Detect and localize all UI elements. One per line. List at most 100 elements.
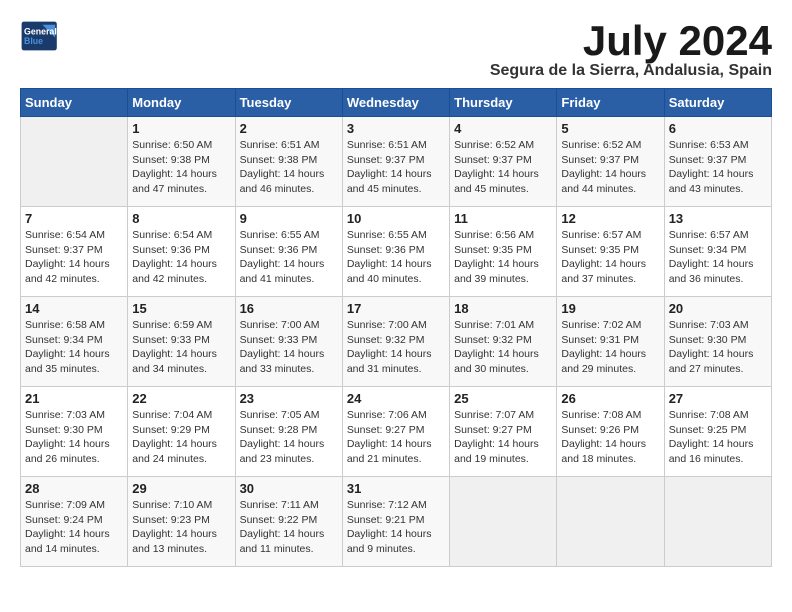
header-day-sunday: Sunday: [21, 89, 128, 117]
day-number: 5: [561, 121, 659, 136]
header-day-saturday: Saturday: [664, 89, 771, 117]
day-number: 17: [347, 301, 445, 316]
day-number: 15: [132, 301, 230, 316]
cell-content: Sunrise: 7:05 AMSunset: 9:28 PMDaylight:…: [240, 408, 338, 467]
calendar-cell: 27 Sunrise: 7:08 AMSunset: 9:25 PMDayligh…: [664, 387, 771, 477]
calendar-cell: 13 Sunrise: 6:57 AMSunset: 9:34 PMDayligh…: [664, 207, 771, 297]
cell-content: Sunrise: 7:08 AMSunset: 9:25 PMDaylight:…: [669, 408, 767, 467]
calendar-cell: [450, 477, 557, 567]
day-number: 8: [132, 211, 230, 226]
calendar-cell: 22 Sunrise: 7:04 AMSunset: 9:29 PMDayligh…: [128, 387, 235, 477]
logo-icon: General Blue: [20, 20, 60, 52]
calendar-cell: 5 Sunrise: 6:52 AMSunset: 9:37 PMDaylight…: [557, 117, 664, 207]
week-row-4: 21Sunrise: 7:03 AMSunset: 9:30 PMDayligh…: [21, 387, 772, 477]
cell-content: Sunrise: 6:51 AMSunset: 9:37 PMDaylight:…: [347, 138, 445, 197]
calendar-cell: 11 Sunrise: 6:56 AMSunset: 9:35 PMDayligh…: [450, 207, 557, 297]
day-number: 26: [561, 391, 659, 406]
title-area: July 2024 Segura de la Sierra, Andalusia…: [490, 20, 772, 80]
day-number: 29: [132, 481, 230, 496]
day-number: 24: [347, 391, 445, 406]
calendar-cell: 9Sunrise: 6:55 AMSunset: 9:36 PMDaylight…: [235, 207, 342, 297]
calendar-cell: 7 Sunrise: 6:54 AMSunset: 9:37 PMDaylight…: [21, 207, 128, 297]
cell-content: Sunrise: 6:53 AMSunset: 9:37 PMDaylight:…: [669, 138, 767, 197]
header-day-tuesday: Tuesday: [235, 89, 342, 117]
cell-content: Sunrise: 7:08 AMSunset: 9:26 PMDaylight:…: [561, 408, 659, 467]
cell-content: Sunrise: 6:50 AMSunset: 9:38 PMDaylight:…: [132, 138, 230, 197]
cell-content: Sunrise: 6:54 AMSunset: 9:36 PMDaylight:…: [132, 228, 230, 287]
cell-content: Sunrise: 6:51 AMSunset: 9:38 PMDaylight:…: [240, 138, 338, 197]
header-day-thursday: Thursday: [450, 89, 557, 117]
calendar-cell: 24 Sunrise: 7:06 AMSunset: 9:27 PMDayligh…: [342, 387, 449, 477]
day-number: 22: [132, 391, 230, 406]
day-number: 21: [25, 391, 123, 406]
cell-content: Sunrise: 7:06 AMSunset: 9:27 PMDaylight:…: [347, 408, 445, 467]
week-row-5: 28 Sunrise: 7:09 AMSunset: 9:24 PMDayligh…: [21, 477, 772, 567]
calendar-cell: 28 Sunrise: 7:09 AMSunset: 9:24 PMDayligh…: [21, 477, 128, 567]
cell-content: Sunrise: 6:52 AMSunset: 9:37 PMDaylight:…: [561, 138, 659, 197]
svg-text:General: General: [24, 26, 57, 36]
day-number: 3: [347, 121, 445, 136]
calendar-cell: 2 Sunrise: 6:51 AMSunset: 9:38 PMDaylight…: [235, 117, 342, 207]
calendar-cell: 17 Sunrise: 7:00 AMSunset: 9:32 PMDayligh…: [342, 297, 449, 387]
calendar-cell: 23Sunrise: 7:05 AMSunset: 9:28 PMDayligh…: [235, 387, 342, 477]
calendar-cell: 12 Sunrise: 6:57 AMSunset: 9:35 PMDayligh…: [557, 207, 664, 297]
cell-content: Sunrise: 7:02 AMSunset: 9:31 PMDaylight:…: [561, 318, 659, 377]
cell-content: Sunrise: 6:55 AMSunset: 9:36 PMDaylight:…: [347, 228, 445, 287]
cell-content: Sunrise: 7:03 AMSunset: 9:30 PMDaylight:…: [669, 318, 767, 377]
cell-content: Sunrise: 6:55 AMSunset: 9:36 PMDaylight:…: [240, 228, 338, 287]
cell-content: Sunrise: 7:10 AMSunset: 9:23 PMDaylight:…: [132, 498, 230, 557]
day-number: 13: [669, 211, 767, 226]
week-row-3: 14 Sunrise: 6:58 AMSunset: 9:34 PMDayligh…: [21, 297, 772, 387]
day-number: 12: [561, 211, 659, 226]
calendar-cell: 21Sunrise: 7:03 AMSunset: 9:30 PMDayligh…: [21, 387, 128, 477]
calendar-cell: [664, 477, 771, 567]
cell-content: Sunrise: 7:00 AMSunset: 9:32 PMDaylight:…: [347, 318, 445, 377]
cell-content: Sunrise: 6:58 AMSunset: 9:34 PMDaylight:…: [25, 318, 123, 377]
cell-content: Sunrise: 6:57 AMSunset: 9:35 PMDaylight:…: [561, 228, 659, 287]
day-number: 30: [240, 481, 338, 496]
cell-content: Sunrise: 6:56 AMSunset: 9:35 PMDaylight:…: [454, 228, 552, 287]
day-number: 16: [240, 301, 338, 316]
cell-content: Sunrise: 6:59 AMSunset: 9:33 PMDaylight:…: [132, 318, 230, 377]
calendar-cell: 31Sunrise: 7:12 AMSunset: 9:21 PMDayligh…: [342, 477, 449, 567]
day-number: 28: [25, 481, 123, 496]
day-number: 2: [240, 121, 338, 136]
day-number: 18: [454, 301, 552, 316]
page-header: General Blue July 2024 Segura de la Sier…: [20, 20, 772, 80]
cell-content: Sunrise: 7:12 AMSunset: 9:21 PMDaylight:…: [347, 498, 445, 557]
day-number: 27: [669, 391, 767, 406]
cell-content: Sunrise: 7:09 AMSunset: 9:24 PMDaylight:…: [25, 498, 123, 557]
day-number: 10: [347, 211, 445, 226]
cell-content: Sunrise: 6:54 AMSunset: 9:37 PMDaylight:…: [25, 228, 123, 287]
cell-content: Sunrise: 7:07 AMSunset: 9:27 PMDaylight:…: [454, 408, 552, 467]
location-subtitle: Segura de la Sierra, Andalusia, Spain: [490, 62, 772, 80]
day-number: 11: [454, 211, 552, 226]
week-row-2: 7 Sunrise: 6:54 AMSunset: 9:37 PMDaylight…: [21, 207, 772, 297]
calendar-cell: 10 Sunrise: 6:55 AMSunset: 9:36 PMDayligh…: [342, 207, 449, 297]
day-number: 14: [25, 301, 123, 316]
calendar-cell: 25 Sunrise: 7:07 AMSunset: 9:27 PMDayligh…: [450, 387, 557, 477]
cell-content: Sunrise: 7:04 AMSunset: 9:29 PMDaylight:…: [132, 408, 230, 467]
day-number: 19: [561, 301, 659, 316]
calendar-cell: 8 Sunrise: 6:54 AMSunset: 9:36 PMDaylight…: [128, 207, 235, 297]
calendar-cell: [21, 117, 128, 207]
calendar-cell: 30 Sunrise: 7:11 AMSunset: 9:22 PMDayligh…: [235, 477, 342, 567]
calendar-header-row: SundayMondayTuesdayWednesdayThursdayFrid…: [21, 89, 772, 117]
day-number: 25: [454, 391, 552, 406]
calendar-cell: 29 Sunrise: 7:10 AMSunset: 9:23 PMDayligh…: [128, 477, 235, 567]
header-day-friday: Friday: [557, 89, 664, 117]
cell-content: Sunrise: 6:52 AMSunset: 9:37 PMDaylight:…: [454, 138, 552, 197]
calendar-cell: 15 Sunrise: 6:59 AMSunset: 9:33 PMDayligh…: [128, 297, 235, 387]
calendar-cell: 26 Sunrise: 7:08 AMSunset: 9:26 PMDayligh…: [557, 387, 664, 477]
cell-content: Sunrise: 7:11 AMSunset: 9:22 PMDaylight:…: [240, 498, 338, 557]
cell-content: Sunrise: 6:57 AMSunset: 9:34 PMDaylight:…: [669, 228, 767, 287]
calendar-cell: 18Sunrise: 7:01 AMSunset: 9:32 PMDayligh…: [450, 297, 557, 387]
calendar-cell: 4Sunrise: 6:52 AMSunset: 9:37 PMDaylight…: [450, 117, 557, 207]
month-title: July 2024: [490, 20, 772, 62]
calendar-cell: 20 Sunrise: 7:03 AMSunset: 9:30 PMDayligh…: [664, 297, 771, 387]
day-number: 20: [669, 301, 767, 316]
day-number: 7: [25, 211, 123, 226]
calendar-table: SundayMondayTuesdayWednesdayThursdayFrid…: [20, 88, 772, 567]
header-day-monday: Monday: [128, 89, 235, 117]
day-number: 1: [132, 121, 230, 136]
